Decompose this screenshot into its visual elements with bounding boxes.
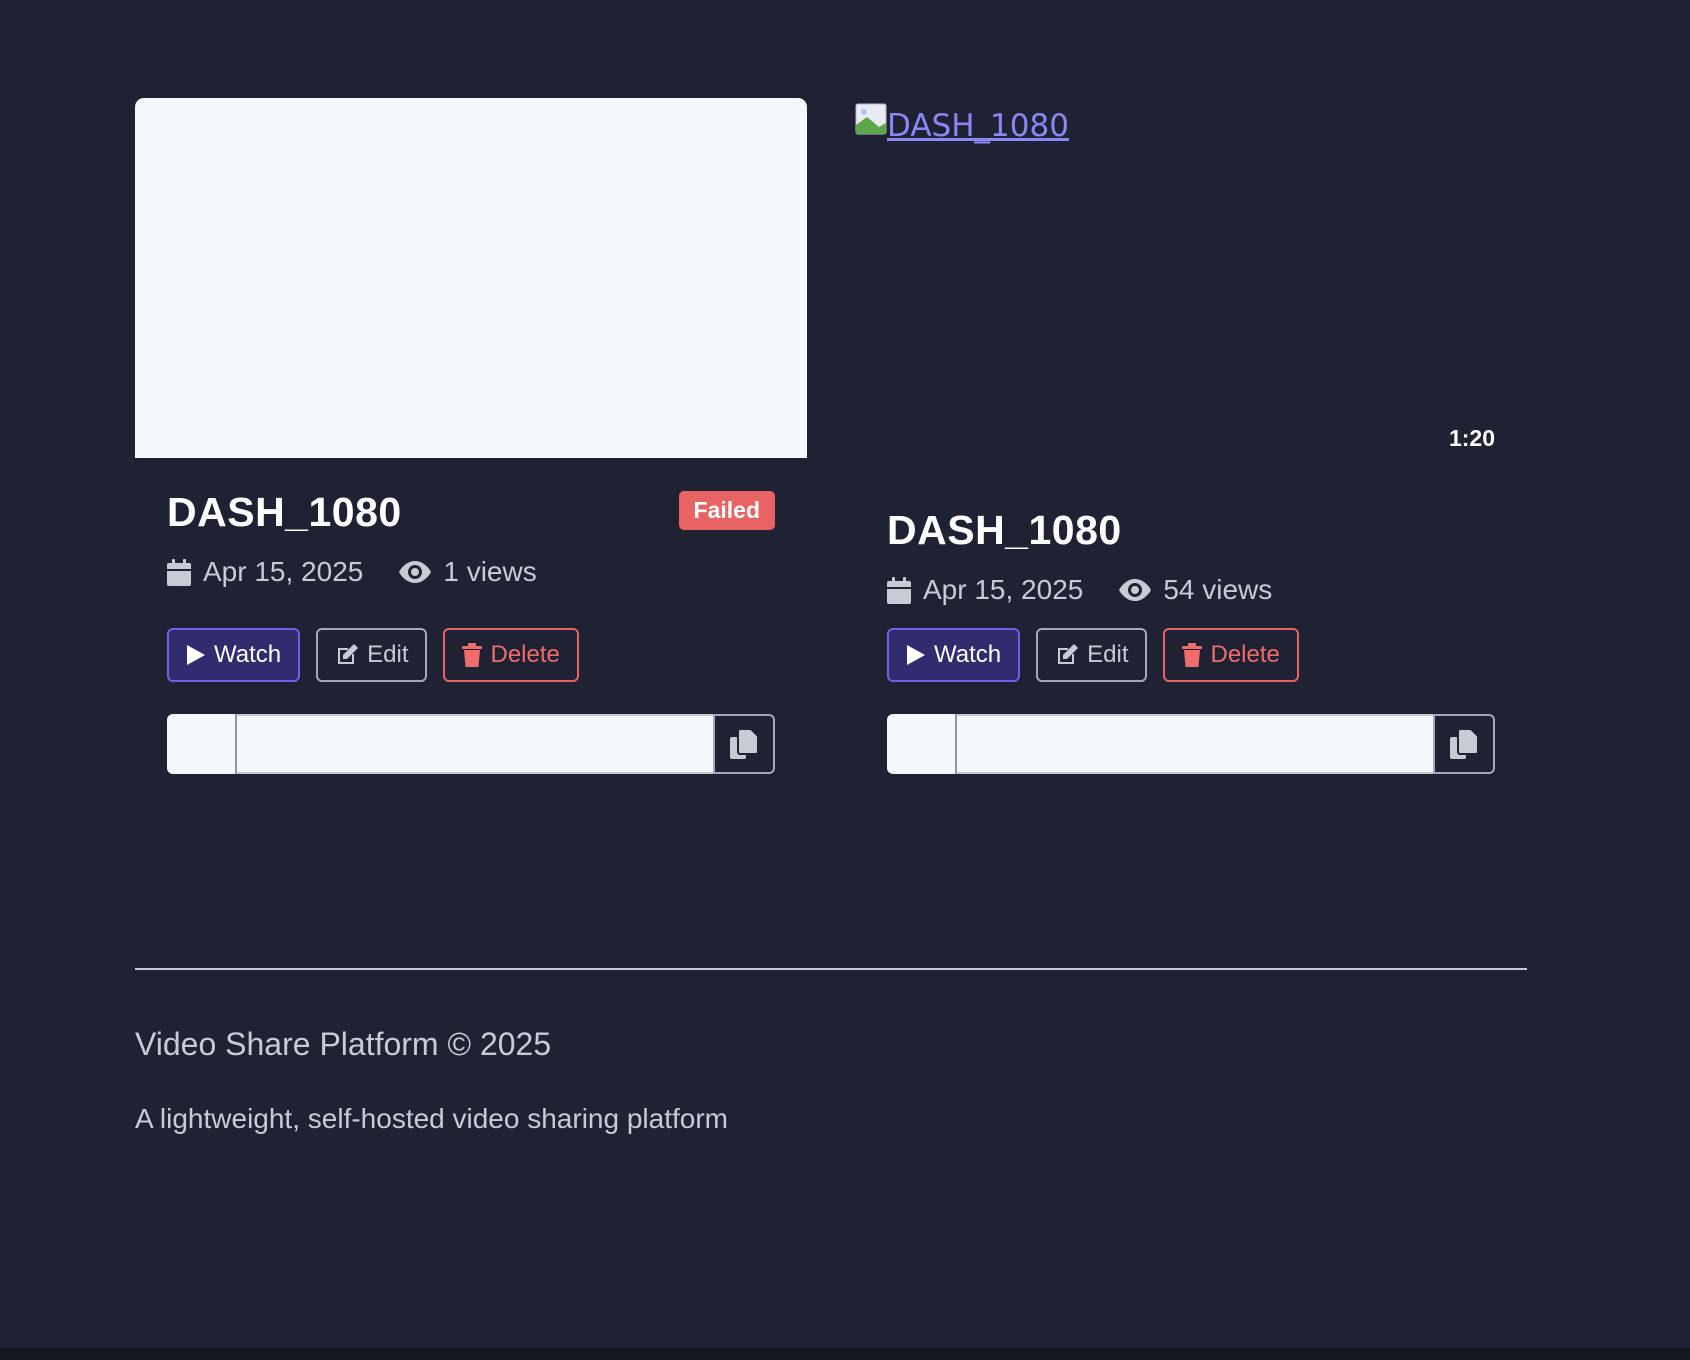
eye-icon [1119,579,1152,601]
delete-button-label: Delete [490,641,560,668]
copy-button[interactable] [713,714,775,774]
video-views: 54 views [1163,574,1273,605]
video-date: Apr 15, 2025 [923,574,1084,605]
delete-button-label: Delete [1210,641,1280,668]
delete-button[interactable]: Delete [443,628,579,682]
video-date: Apr 15, 2025 [203,556,364,587]
edit-icon [338,644,359,664]
share-link-group [167,714,775,774]
video-card: Failed DASH_1080 Apr 15, 2025 1 views Wa… [135,98,807,774]
copy-icon [730,729,758,759]
edit-button[interactable]: Edit [1036,628,1148,682]
delete-button[interactable]: Delete [1163,628,1299,682]
video-title[interactable]: DASH_1080 [887,510,1122,551]
video-duration: 1:20 [1448,425,1495,451]
video-title[interactable]: DASH_1080 [167,492,402,533]
footer-copyright: Video Share Platform © 2025 [135,1026,552,1062]
video-actions: Watch Edit Delete [167,628,775,682]
watch-button[interactable]: Watch [167,628,301,682]
bottom-strip [0,1348,1690,1360]
video-meta: Apr 15, 2025 1 views [167,552,775,592]
video-meta: Apr 15, 2025 54 views [887,570,1495,610]
video-actions: Watch Edit Delete [887,628,1495,682]
watch-button[interactable]: Watch [887,628,1021,682]
trash-icon [462,643,483,667]
copy-icon [1450,729,1478,759]
share-link-prefix [887,714,957,774]
copy-button[interactable] [1433,714,1495,774]
trash-icon [1182,643,1203,667]
video-grid: Failed DASH_1080 Apr 15, 2025 1 views Wa… [135,98,1527,774]
share-link-input[interactable] [957,714,1433,774]
page-footer: Video Share Platform © 2025 A lightweigh… [135,968,1527,1135]
share-link-group [887,714,1495,774]
video-thumbnail[interactable] [135,98,807,458]
share-link-prefix [167,714,237,774]
edit-button-label: Edit [367,641,409,668]
edit-icon [1058,644,1079,664]
watch-button-label: Watch [934,641,1002,668]
share-link-input[interactable] [237,714,713,774]
edit-button-label: Edit [1087,641,1129,668]
video-thumbnail[interactable]: DASH_1080 1:20 [855,98,1527,458]
footer-tagline: A lightweight, self-hosted video sharing… [135,1103,728,1134]
calendar-icon [167,558,191,586]
calendar-icon [887,576,911,604]
video-views: 1 views [443,556,537,587]
play-icon [187,645,205,665]
eye-icon [399,561,432,583]
broken-thumbnail: DASH_1080 [855,103,1069,142]
broken-image-icon [855,103,887,135]
edit-button[interactable]: Edit [316,628,428,682]
thumbnail-alt-link[interactable]: DASH_1080 [887,111,1069,142]
video-card: DASH_1080 1:20 DASH_1080 Apr 15, 2025 54… [855,98,1527,774]
play-icon [907,645,925,665]
footer-divider [135,968,1527,970]
watch-button-label: Watch [214,641,282,668]
